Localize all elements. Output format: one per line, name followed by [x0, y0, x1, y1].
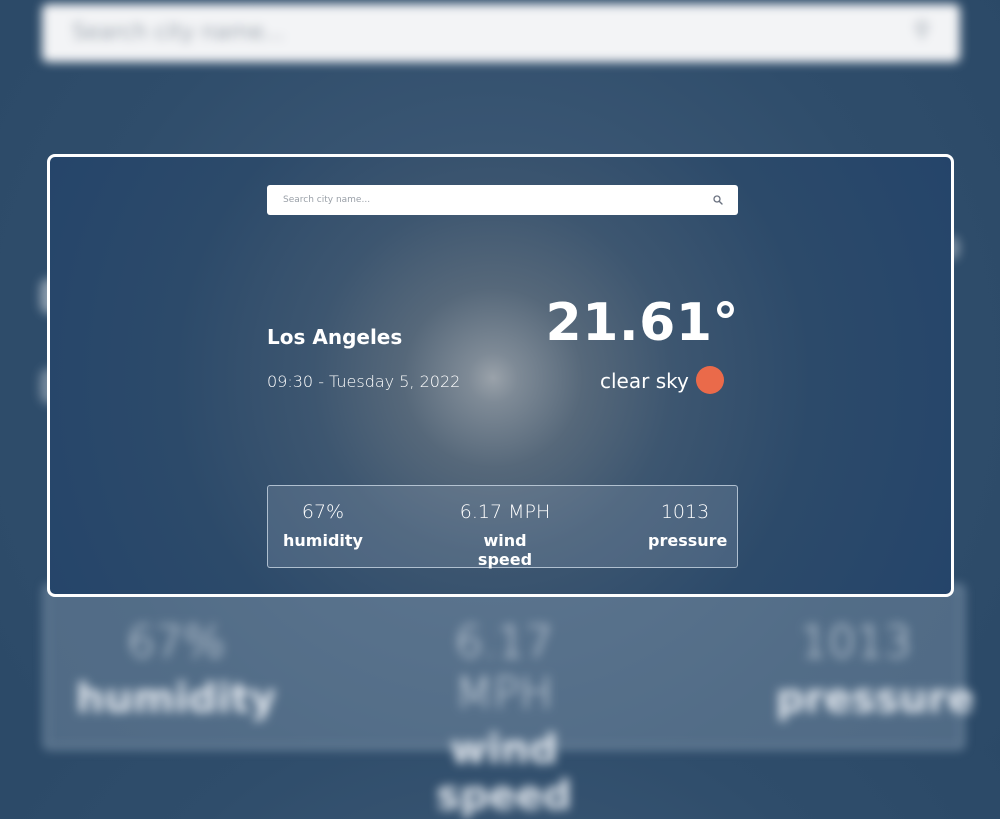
pressure-label: pressure [648, 531, 728, 550]
background-stat-value: 6.17 MPH [455, 617, 553, 719]
temperature: 21.61° [545, 293, 739, 353]
wind-speed-label: wind speed [477, 531, 533, 569]
background-search-placeholder: Search city name... [72, 20, 285, 45]
background-stat-wind: 6.17 MPH wind speed [404, 617, 604, 819]
background-search-icon: ⚲ [913, 18, 930, 43]
background-stat-humidity: 67% humidity [76, 617, 276, 722]
background-search-bar: Search city name... ⚲ [42, 4, 960, 62]
background-stat-label: wind speed [436, 727, 572, 819]
search-bar [267, 185, 738, 215]
wind-speed-value: 6.17 MPH [459, 501, 551, 523]
stat-wind-speed: 6.17 MPH wind speed [454, 501, 556, 569]
humidity-label: humidity [283, 531, 363, 550]
humidity-value: 67% [301, 501, 345, 523]
background-stat-label: humidity [76, 676, 276, 722]
date-time: 09:30 - Tuesday 5, 2022 [267, 372, 461, 391]
city-name: Los Angeles [267, 325, 403, 349]
stat-pressure: 1013 pressure [648, 501, 728, 550]
background-stat-label: pressure [776, 676, 975, 722]
pressure-value: 1013 [660, 501, 710, 523]
background-stat-value: 67% [127, 617, 225, 668]
stat-humidity: 67% humidity [282, 501, 364, 550]
weather-stats-panel: 67% humidity 6.17 MPH wind speed 1013 pr… [267, 485, 738, 569]
background-stat-pressure: 1013 pressure [776, 617, 975, 722]
weather-card: Los Angeles 09:30 - Tuesday 5, 2022 21.6… [47, 154, 954, 597]
sun-icon [696, 366, 724, 394]
background-stats-panel: 67% humidity 6.17 MPH wind speed 1013 pr… [44, 585, 975, 819]
search-input[interactable] [281, 194, 712, 206]
search-icon[interactable] [712, 194, 724, 206]
background-stat-value: 1013 [800, 617, 912, 668]
weather-condition: clear sky [600, 369, 689, 393]
